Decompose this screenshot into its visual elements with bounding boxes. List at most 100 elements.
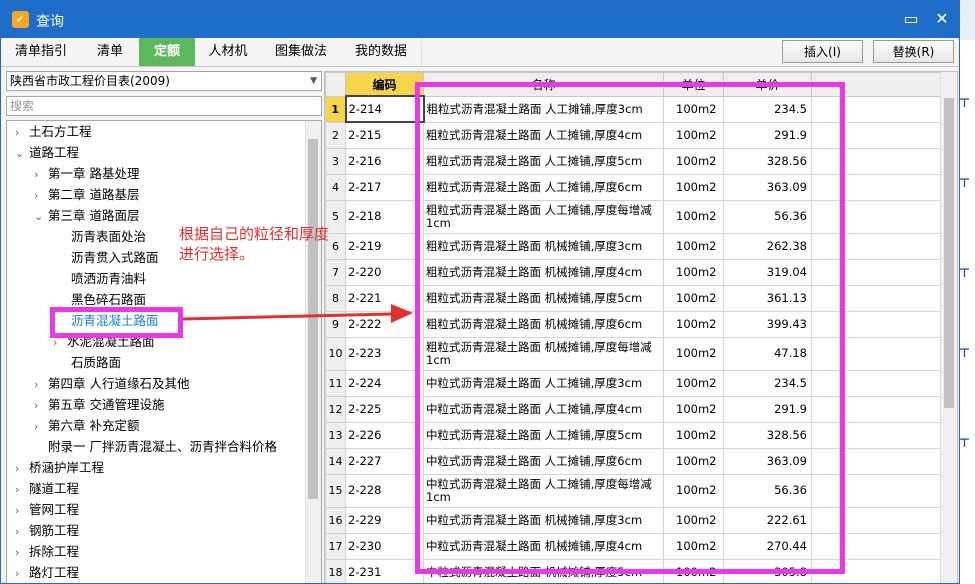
strip-mark: ⊤ <box>959 176 970 190</box>
expand-icon[interactable]: › <box>15 458 29 479</box>
expand-icon[interactable]: › <box>15 500 29 521</box>
code-header[interactable]: 编码 <box>345 72 424 97</box>
expand-icon[interactable]: › <box>34 416 48 437</box>
tree-item[interactable]: 沥青贯入式路面 <box>71 247 159 268</box>
code-cell[interactable]: 2-219 <box>345 232 424 260</box>
tree-item[interactable]: 喷洒沥青油料 <box>71 268 146 289</box>
row-number[interactable]: 17 <box>325 532 346 560</box>
code-cell[interactable]: 2-226 <box>345 421 424 449</box>
expand-icon[interactable]: › <box>15 521 29 542</box>
expand-icon[interactable]: › <box>15 542 29 563</box>
tree-scrollbar[interactable] <box>305 121 321 583</box>
tree-item[interactable]: › 第四章 人行道缘石及其他 <box>34 373 189 394</box>
row-number[interactable]: 16 <box>325 506 346 534</box>
tree-item[interactable]: 附录一 厂拌沥青混凝土、沥青拌合料价格 <box>48 436 277 457</box>
maximize-icon[interactable]: ▭ <box>900 9 922 29</box>
tree-item[interactable]: ⌄ 第三章 道路面层 <box>34 205 139 226</box>
tab-my-data[interactable]: 我的数据 <box>341 38 422 66</box>
title-bar: ✓ 查询 ▭ ✕ <box>1 1 959 38</box>
tree-item-label: 沥青贯入式路面 <box>71 250 159 265</box>
tree-item[interactable]: › 土石方工程 <box>15 121 92 142</box>
row-number[interactable]: 13 <box>325 421 346 449</box>
tree-item[interactable]: › 钢筋工程 <box>15 520 79 541</box>
tree-item[interactable]: › 拆除工程 <box>15 541 79 562</box>
tree-item[interactable]: › 第一章 路基处理 <box>34 163 139 184</box>
insert-button[interactable]: 插入(I) <box>782 40 863 63</box>
row-number[interactable]: 1 <box>325 95 346 123</box>
query-dialog: ✓ 查询 ▭ ✕ 清单指引 清单 定额 人材机 图集做法 我的数据 插入(I) … <box>0 0 960 584</box>
tree-item[interactable]: › 管网工程 <box>15 499 79 520</box>
tree-item-label: 隧道工程 <box>29 481 80 496</box>
search-input[interactable]: 搜索 <box>6 96 322 116</box>
tree-item-label: 石质路面 <box>71 355 122 370</box>
code-cell[interactable]: 2-231 <box>345 558 424 583</box>
tree-item-label: 黑色碎石路面 <box>71 292 147 307</box>
code-cell[interactable]: 2-218 <box>345 199 424 234</box>
tree-item[interactable]: ⌄ 道路工程 <box>15 142 79 163</box>
expand-icon[interactable]: › <box>34 164 48 185</box>
tree-item[interactable]: › 第六章 补充定额 <box>34 415 139 436</box>
library-select[interactable]: 陕西省市政工程价目表(2009) ▼ <box>6 71 322 91</box>
row-number[interactable]: 12 <box>325 395 346 423</box>
code-cell[interactable]: 2-230 <box>345 532 424 560</box>
code-cell[interactable]: 2-214 <box>344 95 425 123</box>
background-app-strip: ⊤ ⊤ ⊤ ⊤ ⊤ <box>958 40 975 584</box>
tab-labor-material[interactable]: 人材机 <box>195 38 262 66</box>
tree-item[interactable]: › 第五章 交通管理设施 <box>34 394 164 415</box>
code-cell[interactable]: 2-228 <box>345 473 424 508</box>
collapse-icon[interactable]: ⌄ <box>34 206 48 227</box>
row-number[interactable]: 4 <box>325 173 346 201</box>
expand-icon[interactable]: › <box>15 479 29 500</box>
code-cell[interactable]: 2-216 <box>345 147 424 175</box>
tree-item[interactable]: › 桥涵护岸工程 <box>15 457 104 478</box>
grid-scrollbar[interactable] <box>940 72 957 583</box>
code-cell[interactable]: 2-225 <box>345 395 424 423</box>
tree-item-label: 管网工程 <box>29 502 80 517</box>
code-cell[interactable]: 2-229 <box>345 506 424 534</box>
tree-item-label: 拆除工程 <box>29 544 80 559</box>
row-number[interactable]: 18 <box>325 558 346 583</box>
tree-item[interactable]: › 路灯工程 <box>15 562 79 583</box>
code-cell[interactable]: 2-223 <box>345 336 424 371</box>
row-number[interactable]: 14 <box>325 447 346 475</box>
tree-item-label: 第一章 路基处理 <box>48 166 140 181</box>
code-cell[interactable]: 2-220 <box>345 258 424 286</box>
annotation-line-1: 根据自己的粒径和厚度 <box>179 225 330 243</box>
strip-mark: ⊤ <box>959 266 970 280</box>
tab-bill-guide[interactable]: 清单指引 <box>1 38 82 66</box>
code-cell[interactable]: 2-217 <box>345 173 424 201</box>
app-icon: ✓ <box>12 11 29 28</box>
annotation-arrow-line <box>182 312 392 321</box>
close-icon[interactable]: ✕ <box>931 9 953 29</box>
tree-item[interactable]: 沥青表面处治 <box>71 226 146 247</box>
collapse-icon[interactable]: ⌄ <box>15 143 29 164</box>
tab-atlas[interactable]: 图集做法 <box>261 38 342 66</box>
expand-icon[interactable]: › <box>34 374 48 395</box>
expand-icon[interactable]: › <box>34 395 48 416</box>
code-cell[interactable]: 2-215 <box>345 121 424 149</box>
code-cell[interactable]: 2-224 <box>345 369 424 397</box>
expand-icon[interactable]: › <box>34 185 48 206</box>
expand-icon[interactable]: › <box>15 563 29 583</box>
row-number[interactable]: 15 <box>325 473 346 508</box>
row-number[interactable]: 10 <box>325 336 346 371</box>
strip-mark: ⊤ <box>959 96 970 110</box>
replace-button[interactable]: 替换(R) <box>873 40 954 63</box>
tree-item-label: 第二章 道路基层 <box>48 187 140 202</box>
expand-icon[interactable]: › <box>15 122 29 143</box>
row-number[interactable]: 11 <box>325 369 346 397</box>
tree-item-label: 第三章 道路面层 <box>48 208 140 223</box>
annotation-arrow-icon <box>182 304 413 323</box>
row-number[interactable]: 3 <box>325 147 346 175</box>
tree-item[interactable]: 石质路面 <box>71 352 121 373</box>
library-select-value: 陕西省市政工程价目表(2009) <box>10 74 170 88</box>
code-cell[interactable]: 2-227 <box>345 447 424 475</box>
tab-bill[interactable]: 清单 <box>81 38 140 66</box>
scrollbar-thumb[interactable] <box>944 98 954 408</box>
tab-quota[interactable]: 定额 <box>139 38 196 66</box>
strip-mark: ⊤ <box>959 346 970 360</box>
tree-item[interactable]: › 隧道工程 <box>15 478 79 499</box>
row-number[interactable]: 2 <box>325 121 346 149</box>
tree-item[interactable]: › 第二章 道路基层 <box>34 184 139 205</box>
annotation-arrow-head <box>391 304 413 323</box>
